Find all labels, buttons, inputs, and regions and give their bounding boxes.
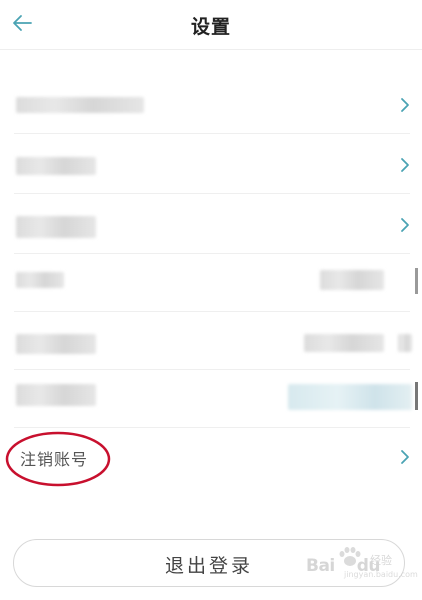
settings-row-1[interactable] [0, 76, 422, 134]
blurred-value-tail [398, 334, 412, 352]
blurred-value [304, 334, 384, 352]
divider [14, 193, 410, 194]
chevron-right-icon [401, 450, 409, 464]
chevron-right-icon [401, 98, 409, 112]
blurred-value [288, 384, 412, 410]
blurred-label [16, 334, 96, 354]
page-title: 设置 [190, 16, 231, 38]
blurred-value [320, 270, 384, 290]
watermark-cn: 经验 [370, 554, 392, 567]
settings-row-2[interactable] [0, 136, 422, 194]
chevron-right-icon [401, 158, 409, 172]
watermark-url: jingyan.baidu.com [344, 570, 418, 579]
header-bar: 设置 [0, 0, 422, 50]
row-edge-mark [415, 268, 418, 294]
settings-row-3[interactable] [0, 196, 422, 254]
blurred-label [16, 272, 64, 288]
blurred-label [16, 216, 96, 238]
divider [14, 133, 410, 134]
row-edge-mark [415, 382, 418, 410]
settings-row-6[interactable] [0, 370, 422, 428]
blurred-label [16, 384, 96, 406]
blurred-label [16, 97, 144, 113]
chevron-right-icon [401, 218, 409, 232]
cancel-account-row[interactable]: 注销账号 [0, 428, 422, 487]
settings-row-4[interactable] [0, 254, 422, 312]
blurred-label [16, 157, 96, 175]
settings-row-5[interactable] [0, 312, 422, 370]
baidu-jingyan-watermark: Bai du 经验 jingyan.baidu.com [300, 546, 418, 582]
highlight-oval [5, 431, 111, 487]
